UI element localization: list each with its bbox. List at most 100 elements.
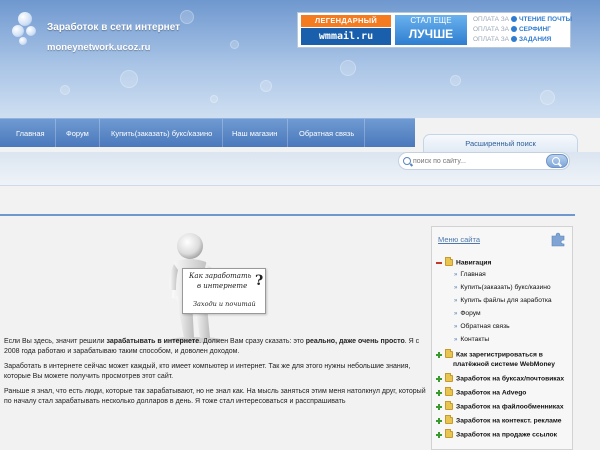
- thinking-man-illustration: Как заработать в интернете ? Заходи и по…: [160, 232, 270, 344]
- sidebar-subitem-label: Контакты: [460, 336, 490, 343]
- expand-icon[interactable]: [436, 417, 442, 424]
- sidebar-subitem-forum[interactable]: » Форум: [454, 310, 588, 317]
- site-menu-title[interactable]: Меню сайта: [438, 235, 480, 244]
- bubble-decoration: [120, 70, 138, 88]
- sidebar-item-label: Заработок на буксах/почтовиках: [456, 375, 565, 383]
- folder-icon: [445, 415, 453, 424]
- bullet-icon: [510, 16, 517, 22]
- sidebar-item-advego[interactable]: Заработок на Advego: [436, 387, 570, 397]
- folder-icon: [445, 401, 453, 410]
- banner-logo: ЛЕГЕНДАРНЫЙ wmmail.ru: [301, 15, 391, 45]
- bubble-decoration: [60, 85, 70, 95]
- sidebar-item-fileshare[interactable]: Заработок на файлообменниках: [436, 401, 570, 411]
- nav-item-shop[interactable]: Наш магазин: [222, 119, 289, 148]
- sidebar-item-links[interactable]: Заработок на продаже ссылок: [436, 429, 570, 439]
- paragraph-text: Если Вы здесь, значит решили: [4, 338, 107, 345]
- banner-slogan: СТАЛ ЕЩЕ ЛУЧШЕ: [395, 15, 467, 45]
- double-arrow-icon: »: [454, 272, 458, 278]
- bubble-decoration: [230, 40, 239, 49]
- paragraph-bold-text: зарабатывать в интернете: [106, 338, 200, 345]
- bullet-icon: [510, 36, 517, 42]
- sidebar-subitem-contacts[interactable]: » Контакты: [454, 336, 588, 343]
- bubble-decoration: [340, 60, 356, 76]
- advanced-search-tab[interactable]: Расширенный поиск: [423, 134, 578, 152]
- nav-item-forum[interactable]: Форум: [56, 119, 100, 148]
- bubble-decoration: [540, 90, 555, 105]
- site-title[interactable]: Заработок в сети интернет: [47, 22, 180, 33]
- sidebar-subitem-label: Форум: [460, 310, 481, 317]
- banner-feature-row: ОПЛАТА ЗА ЗАДАНИЯ: [473, 35, 569, 45]
- sidebar-subitem-label: Главная: [460, 271, 486, 278]
- banner-feature-value: СЕРФИНГ: [518, 26, 551, 33]
- banner-feature-prefix: ОПЛАТА ЗА: [473, 16, 509, 23]
- sign-text-line2: в интернете: [197, 282, 248, 290]
- main-content: Как заработать в интернете ? Заходи и по…: [0, 216, 428, 450]
- expand-icon[interactable]: [436, 351, 442, 358]
- nav-item-feedback[interactable]: Обратная связь: [289, 119, 366, 148]
- collapse-icon[interactable]: [436, 260, 442, 266]
- banner-feature-prefix: ОПЛАТА ЗА: [473, 26, 509, 33]
- sidebar-item-label: Заработок на контекст. рекламе: [456, 417, 562, 425]
- sidebar-item-label: Заработок на продаже ссылок: [456, 431, 557, 439]
- sidebar-item-label: Заработок на файлообменниках: [456, 403, 564, 411]
- banner-feature-value: ЗАДАНИЯ: [518, 36, 552, 43]
- nav-item-home[interactable]: Главная: [6, 119, 56, 148]
- sidebar-subitem-home[interactable]: » Главная: [454, 271, 588, 278]
- folder-icon: [445, 349, 453, 358]
- double-arrow-icon: »: [454, 298, 458, 304]
- search-input[interactable]: [413, 154, 541, 168]
- site-menu-sidebar: Меню сайта Навигация » Главная » Купить(за…: [431, 226, 573, 450]
- banner-badge-top: ЛЕГЕНДАРНЫЙ: [301, 15, 391, 27]
- search-button[interactable]: [546, 154, 568, 168]
- sidebar-subitem-files[interactable]: » Купить файлы для заработка: [454, 297, 588, 304]
- article-paragraph: Заработать в интернете сейчас может кажд…: [4, 363, 411, 380]
- sidebar-item-label: Заработок на Advego: [456, 389, 527, 397]
- banner-feature-value: ЧТЕНИЕ ПОЧТЫ: [518, 16, 572, 23]
- banner-slogan-line1: СТАЛ ЕЩЕ: [410, 16, 452, 25]
- banner-feature-row: ОПЛАТА ЗА СЕРФИНГ: [473, 25, 569, 35]
- banner-badge-logo: wmmail.ru: [301, 28, 391, 45]
- sidebar-subitem-label: Купить файлы для заработка: [460, 297, 552, 304]
- sign-text-line3: Заходи и почитай: [193, 300, 256, 308]
- bubble-decoration: [260, 80, 272, 92]
- folder-icon: [445, 387, 453, 396]
- sidebar-item-label: Навигация: [456, 259, 492, 267]
- sidebar-subitem-buy[interactable]: » Купить(заказать) букс/казино: [454, 284, 588, 291]
- folder-icon: [445, 373, 453, 382]
- site-header: Заработок в сети интернет moneynetwork.u…: [0, 0, 600, 118]
- paragraph-text: . Должен Вам сразу сказать: это: [199, 338, 306, 345]
- folder-icon: [445, 429, 453, 438]
- question-sign: Как заработать в интернете ? Заходи и по…: [182, 268, 266, 314]
- sidebar-subitem-feedback[interactable]: » Обратная связь: [454, 323, 588, 330]
- expand-icon[interactable]: [436, 403, 442, 410]
- sidebar-subitem-label: Купить(заказать) букс/казино: [460, 284, 551, 291]
- search-box: [398, 152, 570, 170]
- site-domain[interactable]: moneynetwork.ucoz.ru: [47, 42, 150, 53]
- puzzle-icon: [551, 232, 565, 247]
- sidebar-item-label: Как зарегистрироваться в: [456, 351, 543, 359]
- wmmail-banner[interactable]: ЛЕГЕНДАРНЫЙ wmmail.ru СТАЛ ЕЩЕ ЛУЧШЕ ОПЛ…: [297, 12, 572, 48]
- bullet-icon: [510, 26, 517, 32]
- sidebar-item-bux[interactable]: Заработок на буксах/почтовиках: [436, 373, 570, 383]
- nav-item-buy[interactable]: Купить(заказать) букс/казино: [101, 119, 224, 148]
- expand-icon[interactable]: [436, 431, 442, 438]
- double-arrow-icon: »: [454, 337, 458, 343]
- article-paragraph: Раньше я знал, что есть люди, которые та…: [4, 388, 426, 405]
- sidebar-item-webmoney[interactable]: Как зарегистрироваться в: [436, 349, 570, 359]
- sidebar-item-context-ads[interactable]: Заработок на контекст. рекламе: [436, 415, 570, 425]
- sidebar-subitem-label: Обратная связь: [460, 323, 510, 330]
- expand-icon[interactable]: [436, 375, 442, 382]
- article-paragraph: Если Вы здесь, значит решили зарабатыват…: [4, 337, 426, 357]
- folder-icon: [445, 257, 453, 266]
- banner-feature-prefix: ОПЛАТА ЗА: [473, 36, 509, 43]
- double-arrow-icon: »: [454, 311, 458, 317]
- banner-feature-row: ОПЛАТА ЗА ЧТЕНИЕ ПОЧТЫ: [473, 15, 572, 25]
- sidebar-item-webmoney-cont[interactable]: платёжной системе WebMoney: [453, 361, 587, 368]
- double-arrow-icon: »: [454, 285, 458, 291]
- bubble-decoration: [450, 75, 461, 86]
- question-mark: ?: [255, 273, 264, 289]
- expand-icon[interactable]: [436, 389, 442, 396]
- sidebar-item-navigation[interactable]: Навигация: [436, 257, 570, 267]
- logo-icon[interactable]: [12, 12, 42, 52]
- search-icon: [403, 157, 411, 165]
